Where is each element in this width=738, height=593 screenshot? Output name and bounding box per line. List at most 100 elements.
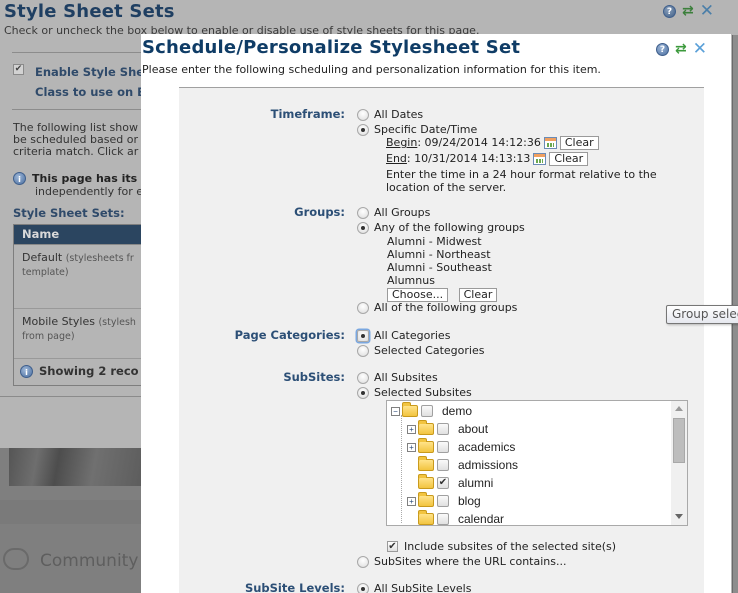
tree-scrollbar[interactable] (671, 401, 687, 525)
row-note: from page) (22, 331, 75, 342)
refresh-icon[interactable]: ⇄ (682, 4, 694, 18)
info-icon: i (20, 364, 33, 378)
radio-button[interactable] (357, 108, 369, 121)
radio-button[interactable] (357, 555, 369, 568)
hint-line: location of the server. (386, 181, 507, 194)
radio-button[interactable] (357, 371, 369, 384)
group-item: Alumni - Northeast (387, 248, 491, 261)
radio-button[interactable] (357, 582, 369, 593)
option-label: Selected Categories (374, 344, 485, 357)
radio-button[interactable] (357, 386, 369, 399)
tree-node-label[interactable]: demo (442, 404, 472, 418)
scroll-up-icon[interactable] (675, 406, 683, 411)
expand-icon[interactable]: + (407, 442, 416, 452)
info-icon: i (13, 172, 26, 185)
tree-connector (401, 415, 402, 523)
radio-button[interactable] (357, 221, 369, 234)
option-label: All Dates (374, 108, 424, 121)
folder-icon (418, 438, 434, 453)
record-count: Showing 2 reco (39, 364, 139, 378)
schedule-personalize-dialog: Schedule/Personalize Stylesheet Set Plea… (141, 34, 731, 593)
timeframe-specific-radio[interactable]: Specific Date/Time (357, 123, 477, 136)
info-text: independently for e (35, 185, 143, 198)
column-header-name[interactable]: Name (14, 225, 152, 245)
folder-icon (418, 456, 434, 471)
clear-groups-button[interactable]: Clear (458, 288, 498, 302)
close-icon[interactable]: ✕ (700, 3, 714, 20)
groups-all-following-radio[interactable]: All of the following groups (357, 301, 517, 314)
scroll-down-icon[interactable] (675, 514, 683, 519)
tree-node-admissions[interactable]: admissions (407, 456, 518, 474)
tree-checkbox-checked[interactable]: ✔ (437, 477, 449, 489)
calendar-icon[interactable] (533, 153, 547, 165)
dialog-subtitle: Please enter the following scheduling an… (142, 63, 601, 76)
option-label: Any of the following groups (374, 221, 525, 234)
help-icon[interactable]: ? (663, 5, 676, 18)
tree-node-academics[interactable]: + academics (407, 438, 515, 456)
radio-button[interactable] (357, 123, 369, 136)
help-icon[interactable]: ? (656, 43, 669, 56)
tree-checkbox[interactable] (437, 441, 449, 453)
radio-button[interactable] (357, 344, 369, 357)
categories-all-radio[interactable]: All Categories (357, 329, 450, 342)
collapse-icon[interactable]: − (391, 406, 400, 416)
tree-node-label[interactable]: alumni (458, 476, 493, 490)
choose-groups-button[interactable]: Choose... (387, 288, 449, 302)
radio-button[interactable] (357, 301, 369, 314)
row-name: Mobile Styles (22, 315, 95, 328)
radio-button[interactable] (357, 329, 369, 342)
tree-node-blog[interactable]: + blog (407, 492, 481, 510)
tree-checkbox[interactable] (421, 405, 433, 417)
expand-icon[interactable]: + (407, 424, 416, 434)
info-bold-text: This page has its (32, 172, 138, 185)
groups-label: Groups: (294, 205, 345, 219)
option-label: SubSites where the URL contains... (374, 555, 567, 568)
enable-stylesheets-checkbox[interactable]: ✔ (13, 64, 24, 75)
subsites-all-radio[interactable]: All Subsites (357, 371, 438, 384)
tree-node-label[interactable]: blog (458, 494, 481, 508)
calendar-icon[interactable] (543, 137, 557, 149)
close-icon[interactable]: ✕ (693, 41, 707, 58)
row-name: Default (22, 251, 63, 264)
option-label: All Groups (374, 206, 431, 219)
include-subsites-checkbox[interactable]: ✔ Include subsites of the selected site(… (387, 540, 616, 553)
row-note: template) (22, 267, 69, 278)
tree-checkbox[interactable] (437, 495, 449, 507)
tree-checkbox[interactable] (437, 459, 449, 471)
end-link[interactable]: End (386, 152, 407, 165)
checkbox[interactable]: ✔ (387, 541, 398, 552)
subsite-levels-all-radio[interactable]: All SubSite Levels (357, 582, 471, 593)
categories-selected-radio[interactable]: Selected Categories (357, 344, 484, 357)
folder-icon (418, 474, 434, 489)
clear-begin-button[interactable]: Clear (559, 136, 599, 150)
tree-node-demo[interactable]: − demo (391, 402, 472, 420)
class-label: Class to use on B (35, 85, 146, 99)
subsites-url-radio[interactable]: SubSites where the URL contains... (357, 555, 566, 568)
groups-any-radio[interactable]: Any of the following groups (357, 221, 525, 234)
scroll-thumb[interactable] (673, 418, 685, 463)
tree-checkbox[interactable] (437, 423, 449, 435)
begin-link[interactable]: Begin (386, 136, 417, 149)
subsite-tree[interactable]: − demo + about + academics admissions ✔ … (386, 400, 688, 526)
divider (12, 52, 152, 53)
table-row[interactable]: Mobile Styles (stylesh from page) (14, 309, 152, 359)
tree-node-alumni[interactable]: ✔ alumni (407, 474, 493, 492)
tree-node-label[interactable]: calendar (458, 512, 504, 525)
table-row[interactable]: Default (stylesheets fr template) (14, 245, 152, 309)
clear-end-button[interactable]: Clear (549, 152, 589, 166)
subsites-selected-radio[interactable]: Selected Subsites (357, 386, 472, 399)
refresh-icon[interactable]: ⇄ (675, 42, 687, 56)
schedule-form: Timeframe: All Dates Specific Date/Time … (179, 87, 704, 593)
tree-node-about[interactable]: + about (407, 420, 488, 438)
row-note: (stylesheets fr (65, 253, 134, 264)
radio-button[interactable] (357, 206, 369, 219)
groups-all-radio[interactable]: All Groups (357, 206, 430, 219)
tree-node-label[interactable]: admissions (458, 458, 518, 472)
expand-icon[interactable]: + (407, 496, 416, 506)
tree-node-calendar[interactable]: calendar (407, 510, 504, 525)
group-item: Alumni - Southeast (387, 261, 492, 274)
tree-checkbox[interactable] (437, 513, 449, 525)
tree-node-label[interactable]: academics (458, 440, 515, 454)
timeframe-all-dates-radio[interactable]: All Dates (357, 108, 423, 121)
tree-node-label[interactable]: about (458, 422, 488, 436)
